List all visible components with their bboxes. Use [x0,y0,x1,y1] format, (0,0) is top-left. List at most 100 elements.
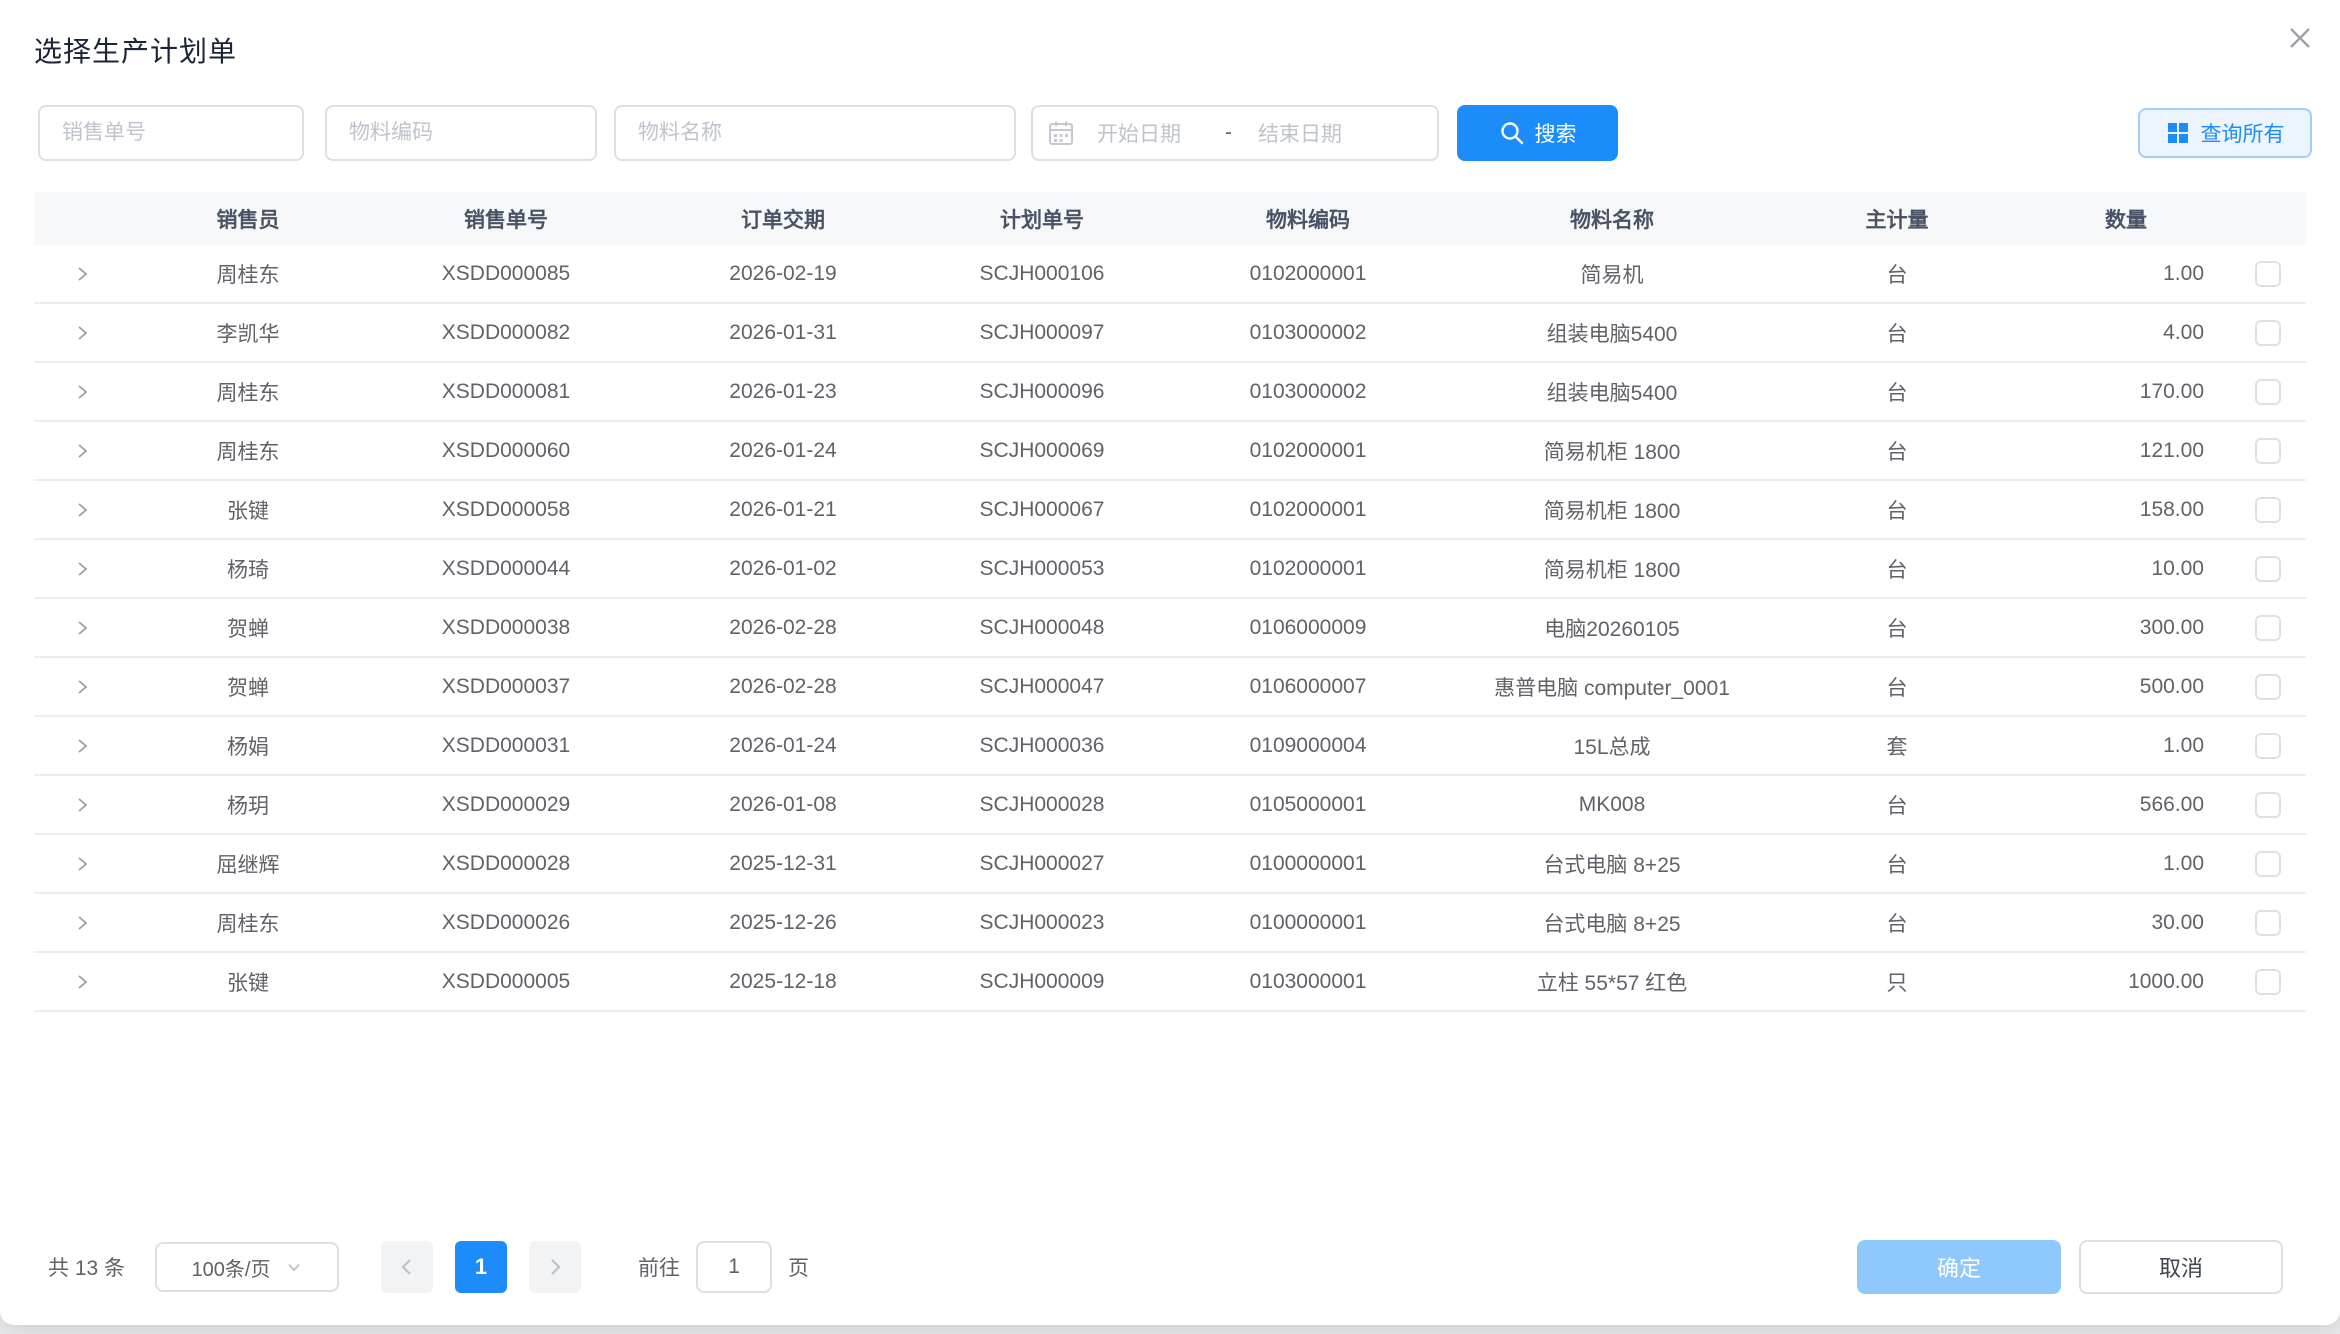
sales-order-input[interactable] [38,105,304,161]
col-header-sales-order: 销售单号 [366,204,646,234]
row-checkbox[interactable] [2255,733,2281,759]
cell-qty: 1000.00 [2022,970,2230,994]
expand-chevron-icon[interactable] [73,619,91,637]
page-number-current[interactable]: 1 [455,1241,507,1293]
cell-delivery-date: 2026-01-24 [646,734,920,758]
table-row[interactable]: 周桂东 XSDD000060 2026-01-24 SCJH000069 010… [34,422,2306,481]
col-header-material-code: 物料编码 [1164,204,1452,234]
cell-material-code: 0100000001 [1164,852,1452,876]
cell-sales-order: XSDD000026 [366,911,646,935]
expand-chevron-icon[interactable] [73,265,91,283]
table-row[interactable]: 周桂东 XSDD000081 2026-01-23 SCJH000096 010… [34,363,2306,422]
cell-delivery-date: 2025-12-31 [646,852,920,876]
table-row[interactable]: 杨娟 XSDD000031 2026-01-24 SCJH000036 0109… [34,717,2306,776]
cell-salesperson: 杨玥 [130,790,366,820]
table-row[interactable]: 李凯华 XSDD000082 2026-01-31 SCJH000097 010… [34,304,2306,363]
row-checkbox[interactable] [2255,792,2281,818]
row-checkbox[interactable] [2255,674,2281,700]
expand-chevron-icon[interactable] [73,973,91,991]
row-checkbox[interactable] [2255,910,2281,936]
next-page-button[interactable] [529,1241,581,1293]
expand-chevron-icon[interactable] [73,855,91,873]
row-checkbox[interactable] [2255,969,2281,995]
cell-material-code: 0103000001 [1164,970,1452,994]
col-header-unit: 主计量 [1772,204,2022,234]
pager: 1 [381,1241,581,1293]
query-all-button[interactable]: 查询所有 [2138,108,2312,158]
cell-material-code: 0102000001 [1164,557,1452,581]
material-code-input[interactable] [325,105,597,161]
col-header-plan-no: 计划单号 [920,204,1164,234]
cell-unit: 台 [1772,790,2022,820]
confirm-button[interactable]: 确定 [1857,1240,2061,1294]
cell-delivery-date: 2026-01-24 [646,439,920,463]
table-row[interactable]: 张键 XSDD000005 2025-12-18 SCJH000009 0103… [34,953,2306,1012]
expand-chevron-icon[interactable] [73,737,91,755]
cell-material-name: 电脑20260105 [1452,613,1772,643]
date-start-placeholder[interactable]: 开始日期 [1097,118,1217,148]
row-checkbox[interactable] [2255,379,2281,405]
row-checkbox[interactable] [2255,438,2281,464]
table-row[interactable]: 贺蝉 XSDD000037 2026-02-28 SCJH000047 0106… [34,658,2306,717]
cell-material-name: 简易机柜 1800 [1452,436,1772,466]
date-end-placeholder[interactable]: 结束日期 [1258,118,1378,148]
goto-page-input[interactable] [696,1241,772,1293]
expand-chevron-icon[interactable] [73,324,91,342]
page-size-select[interactable]: 100条/页 [155,1242,339,1292]
row-checkbox[interactable] [2255,615,2281,641]
table-row[interactable]: 屈继辉 XSDD000028 2025-12-31 SCJH000027 010… [34,835,2306,894]
cancel-button[interactable]: 取消 [2079,1240,2283,1294]
table-row[interactable]: 周桂东 XSDD000085 2026-02-19 SCJH000106 010… [34,245,2306,304]
table-row[interactable]: 张键 XSDD000058 2026-01-21 SCJH000067 0102… [34,481,2306,540]
cell-plan-no: SCJH000048 [920,616,1164,640]
table-row[interactable]: 贺蝉 XSDD000038 2026-02-28 SCJH000048 0106… [34,599,2306,658]
cell-plan-no: SCJH000097 [920,321,1164,345]
cell-salesperson: 屈继辉 [130,849,366,879]
prev-page-button[interactable] [381,1241,433,1293]
cell-sales-order: XSDD000029 [366,793,646,817]
select-production-plan-dialog: 选择生产计划单 [0,0,2340,1325]
close-icon[interactable] [2282,20,2318,56]
table-body: 周桂东 XSDD000085 2026-02-19 SCJH000106 010… [34,245,2306,1012]
expand-chevron-icon[interactable] [73,914,91,932]
row-checkbox[interactable] [2255,261,2281,287]
page-size-value: 100条/页 [192,1253,271,1282]
cell-unit: 台 [1772,554,2022,584]
expand-chevron-icon[interactable] [73,796,91,814]
cell-material-name: 简易机柜 1800 [1452,495,1772,525]
cell-material-name: 台式电脑 8+25 [1452,908,1772,938]
table-row[interactable]: 杨玥 XSDD000029 2026-01-08 SCJH000028 0105… [34,776,2306,835]
cell-delivery-date: 2026-01-31 [646,321,920,345]
cell-qty: 30.00 [2022,911,2230,935]
search-button[interactable]: 搜索 [1457,105,1618,161]
cell-material-code: 0103000002 [1164,380,1452,404]
material-name-input[interactable] [614,105,1016,161]
expand-chevron-icon[interactable] [73,442,91,460]
expand-chevron-icon[interactable] [73,560,91,578]
cell-sales-order: XSDD000038 [366,616,646,640]
cell-material-name: 组装电脑5400 [1452,318,1772,348]
expand-chevron-icon[interactable] [73,383,91,401]
cell-salesperson: 周桂东 [130,259,366,289]
cell-sales-order: XSDD000044 [366,557,646,581]
row-checkbox[interactable] [2255,497,2281,523]
search-icon [1499,120,1525,146]
date-range-picker[interactable]: 开始日期 - 结束日期 [1031,105,1439,161]
table-row[interactable]: 杨琦 XSDD000044 2026-01-02 SCJH000053 0102… [34,540,2306,599]
cell-salesperson: 周桂东 [130,436,366,466]
col-header-material-name: 物料名称 [1452,204,1772,234]
table-row[interactable]: 周桂东 XSDD000026 2025-12-26 SCJH000023 010… [34,894,2306,953]
row-checkbox[interactable] [2255,851,2281,877]
row-checkbox[interactable] [2255,320,2281,346]
expand-chevron-icon[interactable] [73,678,91,696]
cell-delivery-date: 2026-01-08 [646,793,920,817]
cell-qty: 1.00 [2022,262,2230,286]
cell-plan-no: SCJH000023 [920,911,1164,935]
footer-buttons: 确定 取消 [1857,1240,2283,1294]
bottom-bar: 共 13 条 100条/页 1 前往 [0,1240,2340,1294]
cell-sales-order: XSDD000037 [366,675,646,699]
cell-unit: 台 [1772,318,2022,348]
row-checkbox[interactable] [2255,556,2281,582]
expand-chevron-icon[interactable] [73,501,91,519]
goto-suffix: 页 [788,1252,809,1282]
